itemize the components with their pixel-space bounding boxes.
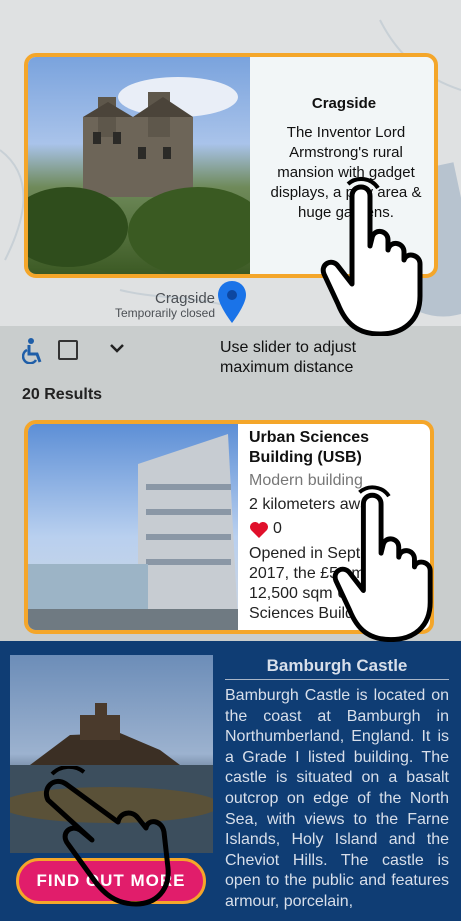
accessibility-checkbox[interactable] <box>58 340 78 360</box>
map-pin-icon[interactable] <box>218 281 246 323</box>
pointing-hand-icon <box>44 766 171 907</box>
cragside-photo <box>28 57 250 274</box>
result-title: Urban Sciences Building (USB) <box>249 429 370 466</box>
results-count: 20 Results <box>22 386 103 403</box>
tap-hand-icon <box>332 485 433 642</box>
usb-photo <box>28 424 238 630</box>
heart-icon[interactable] <box>249 521 269 539</box>
map-place-name: Cragside <box>154 290 216 307</box>
wheelchair-icon[interactable] <box>22 338 44 364</box>
featured-card-title: Cragside <box>311 95 377 112</box>
result-likes: 0 <box>273 520 282 537</box>
detail-body: Bamburgh Castle is located on the coast … <box>225 687 449 910</box>
map-place-status: Temporarily closed <box>114 306 216 320</box>
slider-hint: Use slider to adjust maximum distance <box>220 339 357 376</box>
chevron-down-icon[interactable] <box>109 343 125 355</box>
detail-title: Bamburgh Castle <box>225 656 449 680</box>
tap-hand-icon <box>320 176 423 336</box>
